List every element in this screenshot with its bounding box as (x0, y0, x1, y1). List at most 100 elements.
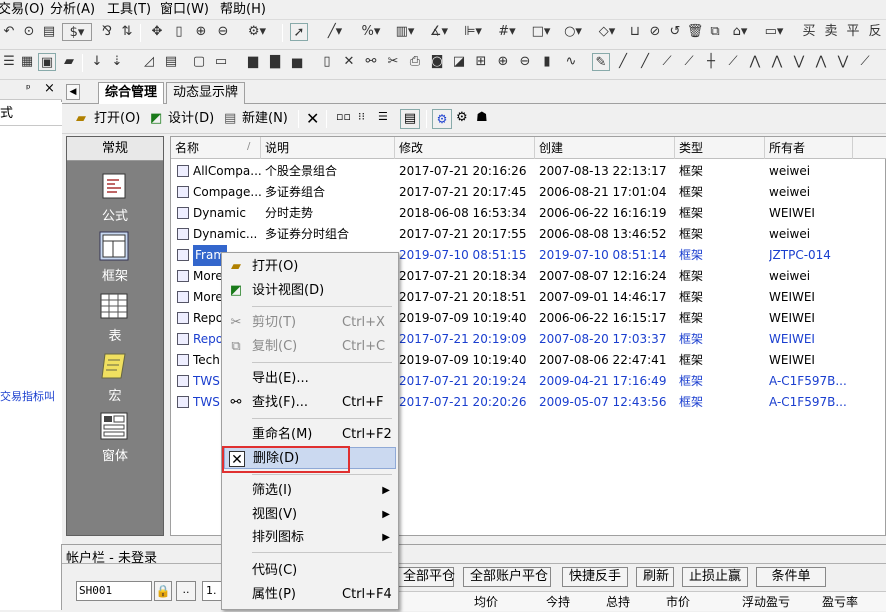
menu-analysis[interactable]: 分析(A) (50, 1, 95, 19)
sort-asc-icon[interactable]: ↓ (88, 53, 106, 71)
pin-icon[interactable]: ᵖ (26, 82, 31, 95)
page-icon[interactable]: ▤ (40, 23, 58, 41)
cut-tool-icon[interactable]: ✂ (384, 53, 402, 71)
stop-loss-button[interactable]: 止损止赢 (682, 567, 748, 587)
menu-help[interactable]: 帮助(H) (220, 1, 266, 19)
binoculars-tool-icon[interactable]: ⚯ (362, 53, 380, 71)
side-pane-text[interactable]: 交易指标叫 (0, 388, 55, 404)
draw11-icon[interactable]: ⋁ (834, 53, 852, 71)
save-dropdown-icon[interactable]: ▭▾ (760, 23, 788, 41)
category-form[interactable]: 窗体 (67, 407, 163, 467)
list-item[interactable]: Dynamic 分时走势 2018-06-08 16:53:34 2006-06-22… (171, 203, 886, 224)
category-table[interactable]: 表 (67, 287, 163, 347)
menu-item-properties[interactable]: 属性(P) Ctrl+F4 (224, 584, 396, 606)
angle-tool-icon[interactable]: ∡▾ (424, 23, 454, 41)
copy-tool-icon[interactable]: ⧉ (706, 23, 724, 41)
lock-icon[interactable]: 🔒 (154, 581, 172, 601)
circle-tool-icon[interactable]: ○▾ (558, 23, 588, 41)
browse-button[interactable]: .. (176, 581, 196, 601)
clip1-icon[interactable]: ▆ (244, 53, 262, 71)
open-button[interactable]: 打开(O) (94, 109, 140, 129)
bars-icon[interactable]: ▮ (538, 53, 556, 71)
column-header-description[interactable]: 说明 (261, 137, 395, 159)
trash-icon[interactable]: 🗑 (686, 23, 704, 41)
draw6-icon[interactable]: ⟋ (724, 53, 742, 71)
menu-item-export[interactable]: 导出(E)... (224, 368, 396, 390)
menu-tools[interactable]: 工具(T) (107, 1, 151, 19)
menu-item-view[interactable]: 视图(V) ▶ (224, 504, 396, 526)
tab-dynamic-board[interactable]: 动态显示牌 (166, 82, 246, 104)
grid-tool-icon[interactable]: ▥▾ (390, 23, 420, 41)
zoom-in-icon[interactable]: ⊕ (192, 23, 210, 41)
rect-tool-icon[interactable]: □▾ (526, 23, 556, 41)
gear-blue-icon[interactable]: ⚙ (432, 109, 452, 129)
close-icon[interactable]: × (44, 81, 55, 96)
column-header-created[interactable]: 创建 (535, 137, 675, 159)
window-icon[interactable]: ▭ (212, 53, 230, 71)
category-macro[interactable]: 宏 (67, 347, 163, 407)
print-icon[interactable]: ⎙ (406, 53, 424, 71)
draw1-icon[interactable]: ╱ (614, 53, 632, 71)
filter-icon[interactable]: ⅋ (98, 23, 116, 41)
level-tool-icon[interactable]: ⊫▾ (458, 23, 488, 41)
frame-view-icon[interactable]: ▣ (38, 53, 56, 71)
link-icon[interactable]: ⊘ (646, 23, 664, 41)
menu-item-copy[interactable]: ⧉ 复制(C) Ctrl+C (224, 336, 396, 358)
menu-item-design-view[interactable]: ◩ 设计视图(D) (224, 280, 396, 302)
draw4-icon[interactable]: ⟋ (680, 53, 698, 71)
gear-icon[interactable]: ⚙ (456, 110, 468, 125)
draw5-icon[interactable]: ┼ (702, 53, 720, 71)
tab-back-icon[interactable]: ◀ (66, 84, 80, 100)
menu-item-cut[interactable]: ✂ 剪切(T) Ctrl+X (224, 312, 396, 334)
zoom2-icon[interactable]: ⊕ (494, 53, 512, 71)
draw12-icon[interactable]: ⟋ (856, 53, 874, 71)
percent-tool-icon[interactable]: %▾ (356, 23, 386, 41)
conditional-order-button[interactable]: 条件单 (756, 567, 826, 587)
wave-icon[interactable]: ∿ (562, 53, 580, 71)
draw9-icon[interactable]: ⋁ (790, 53, 808, 71)
menu-item-open[interactable]: ▰ 打开(O) (224, 256, 396, 278)
bar-icon[interactable]: ▯ (170, 23, 188, 41)
network-icon[interactable]: ⊞ (472, 53, 490, 71)
table-icon[interactable]: ▤ (162, 53, 180, 71)
line-tool-icon[interactable]: ╱▾ (320, 23, 350, 41)
column-header-owner[interactable]: 所有者 (765, 137, 853, 159)
menu-trade[interactable]: 交易(O) (0, 1, 44, 19)
move-icon[interactable]: ✥ (148, 23, 166, 41)
draw7-icon[interactable]: ⋀ (746, 53, 764, 71)
cube-icon[interactable]: ◪ (450, 53, 468, 71)
list-item[interactable]: AllCompa... 个股全景组合 2017-07-21 20:16:26 2007… (171, 161, 886, 182)
flat-icon[interactable]: 平 (844, 23, 862, 41)
buy-icon[interactable]: 买 (800, 23, 818, 41)
lock-icon[interactable]: ⊔ (626, 23, 644, 41)
sell-icon[interactable]: 卖 (822, 23, 840, 41)
menu-item-arrange-icons[interactable]: 排列图标 ▶ (224, 527, 396, 549)
close-doc-icon[interactable]: ✕ (340, 53, 358, 71)
draw8-icon[interactable]: ⋀ (768, 53, 786, 71)
clip2-icon[interactable]: ▇ (266, 53, 284, 71)
menu-item-rename[interactable]: 重命名(M) Ctrl+F2 (224, 424, 396, 446)
chart-area-icon[interactable]: ◿ (140, 53, 158, 71)
panel-icon[interactable]: ▢ (190, 53, 208, 71)
tab-overview[interactable]: 综合管理 (98, 82, 165, 105)
new-doc-icon[interactable]: ▯ (318, 53, 336, 71)
category-formula[interactable]: 公式 (67, 167, 163, 227)
clip3-icon[interactable]: ▅ (288, 53, 306, 71)
shape-tool-icon[interactable]: ◇▾ (592, 23, 622, 41)
play-icon[interactable]: ⊙ (20, 23, 38, 41)
close-all-accounts-button[interactable]: 全部账户平仓 (463, 567, 551, 587)
large-icons-view-icon[interactable]: ▫▫ (336, 110, 351, 123)
list-item[interactable]: Compage... 多证券组合 2017-07-21 20:17:45 2006-0… (171, 182, 886, 203)
cursor-icon[interactable]: ➚ (290, 23, 308, 41)
column-header-modified[interactable]: 修改 (395, 137, 535, 159)
menu-item-delete[interactable]: ✕ 删除(D) (224, 447, 396, 469)
menu-window[interactable]: 窗口(W) (160, 1, 209, 19)
menu-item-code[interactable]: 代码(C) (224, 560, 396, 582)
menu-item-filter[interactable]: 筛选(I) ▶ (224, 480, 396, 502)
category-header[interactable]: 常规 (67, 137, 163, 161)
delete-icon[interactable]: ✕ (306, 109, 319, 128)
helmet-icon[interactable]: ☗ (476, 110, 488, 125)
preview-icon[interactable]: ◙ (428, 53, 446, 71)
close-all-button[interactable]: 全部平仓 (396, 567, 455, 587)
sort-icon[interactable]: ⇅ (118, 23, 136, 41)
